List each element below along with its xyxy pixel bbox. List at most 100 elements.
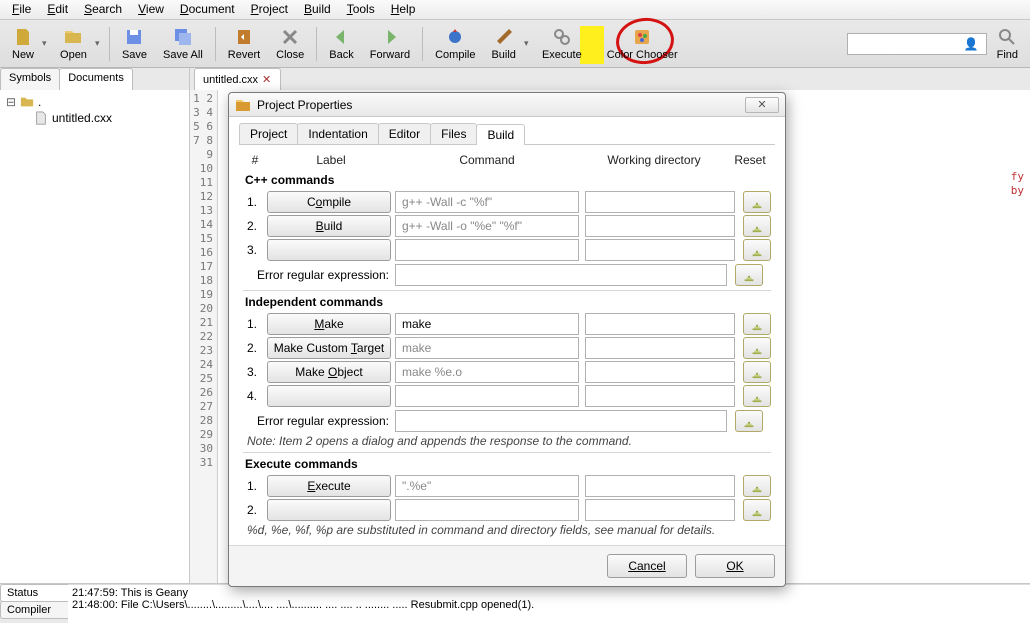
dialog-tab-editor[interactable]: Editor [378,123,431,144]
command-row: 1.Execute [243,475,771,497]
row-number: 4. [243,389,267,403]
status-line: 21:48:00: File C:\Users\........\.......… [72,599,1026,611]
reset-button[interactable] [735,264,763,286]
save-button[interactable]: Save [114,22,155,66]
file-tab-label: untitled.cxx [203,74,258,86]
tree-file[interactable]: untitled.cxx [6,110,183,126]
build-button[interactable]: Build [483,22,523,66]
reset-button[interactable] [743,239,771,261]
execute-button[interactable]: Execute [534,22,590,66]
close-tab-icon[interactable]: ✕ [262,73,272,86]
reset-button[interactable] [743,499,771,521]
cancel-button[interactable]: Cancel [607,554,687,578]
working-dir-input[interactable] [585,361,735,383]
working-dir-input[interactable] [585,385,735,407]
reset-button[interactable] [743,337,771,359]
command-input[interactable] [395,191,579,213]
color-chooser-button[interactable]: Color Chooser [599,22,686,66]
label-button[interactable] [267,385,391,407]
message-pane: StatusCompiler 21:47:59: This is Geany21… [0,583,1030,623]
message-tab-compiler[interactable]: Compiler [0,601,68,619]
section-title: Execute commands [245,457,771,471]
reset-button[interactable] [743,313,771,335]
dropdown-arrow-icon[interactable]: ▾ [42,38,52,49]
command-input[interactable] [395,215,579,237]
label-button[interactable]: Make [267,313,391,335]
working-dir-input[interactable] [585,499,735,521]
label-button[interactable] [267,239,391,261]
working-dir-input[interactable] [585,313,735,335]
reset-button[interactable] [743,215,771,237]
close-button[interactable]: Close [268,22,312,66]
find-button[interactable]: Find [989,22,1026,66]
tree-root[interactable]: ⊟ . [6,94,183,110]
toolbar-label: Execute [542,49,582,61]
label-button[interactable]: Compile [267,191,391,213]
search-input[interactable]: 👤 [847,33,987,55]
reset-button[interactable] [735,410,763,432]
working-dir-input[interactable] [585,239,735,261]
label-button[interactable]: Make Custom Target [267,337,391,359]
dialog-close-button[interactable]: ✕ [745,97,779,113]
save-all-button[interactable]: Save All [155,22,211,66]
row-number: 2. [243,503,267,517]
error-regex-input[interactable] [395,264,727,286]
menu-document[interactable]: Document [172,0,243,19]
menu-build[interactable]: Build [296,0,339,19]
toolbar: New▾Open▾SaveSave AllRevertCloseBackForw… [0,20,1030,68]
open-button[interactable]: Open [52,22,95,66]
menu-help[interactable]: Help [383,0,424,19]
command-input[interactable] [395,337,579,359]
working-dir-input[interactable] [585,337,735,359]
menu-search[interactable]: Search [76,0,130,19]
dialog-tab-build[interactable]: Build [476,124,525,145]
dialog-tab-files[interactable]: Files [430,123,477,144]
row-number: 1. [243,195,267,209]
document-tree: ⊟ . untitled.cxx [0,90,189,583]
command-input[interactable] [395,475,579,497]
back-button[interactable]: Back [321,22,361,66]
file-tab[interactable]: untitled.cxx ✕ [194,68,281,90]
dropdown-arrow-icon[interactable]: ▾ [95,38,105,49]
command-input[interactable] [395,313,579,335]
label-button[interactable]: Build [267,215,391,237]
reset-button[interactable] [743,361,771,383]
message-tab-status[interactable]: Status [0,584,68,602]
sidebar-tabs: SymbolsDocuments [0,68,189,90]
menu-edit[interactable]: Edit [39,0,76,19]
new-button[interactable]: New [4,22,42,66]
command-input[interactable] [395,361,579,383]
ok-button[interactable]: OK [695,554,775,578]
menu-project[interactable]: Project [243,0,296,19]
working-dir-input[interactable] [585,475,735,497]
sidebar-tab-symbols[interactable]: Symbols [0,68,60,90]
reset-button[interactable] [743,385,771,407]
revert-button[interactable]: Revert [220,22,268,66]
dialog-tab-indentation[interactable]: Indentation [297,123,378,144]
reset-button[interactable] [743,191,771,213]
working-dir-input[interactable] [585,215,735,237]
menu-file[interactable]: File [4,0,39,19]
compile-button[interactable]: Compile [427,22,483,66]
reset-button[interactable] [743,475,771,497]
command-input[interactable] [395,385,579,407]
menu-tools[interactable]: Tools [339,0,383,19]
toolbar-label: Forward [370,49,410,61]
error-regex-input[interactable] [395,410,727,432]
find-icon [997,27,1017,47]
label-button[interactable] [267,499,391,521]
dialog-tab-project[interactable]: Project [239,123,298,144]
sidebar-tab-documents[interactable]: Documents [59,68,133,90]
command-input[interactable] [395,239,579,261]
dialog-footer: Cancel OK [229,545,785,586]
toolbar-label: Close [276,49,304,61]
forward-button[interactable]: Forward [362,22,418,66]
collapse-icon[interactable]: ⊟ [6,95,16,109]
working-dir-input[interactable] [585,191,735,213]
label-button[interactable]: Execute [267,475,391,497]
label-button[interactable]: Make Object [267,361,391,383]
command-input[interactable] [395,499,579,521]
menu-view[interactable]: View [130,0,172,19]
dropdown-arrow-icon[interactable]: ▾ [524,38,534,49]
section: Execute commands1.Execute2.%d, %e, %f, %… [243,452,771,537]
